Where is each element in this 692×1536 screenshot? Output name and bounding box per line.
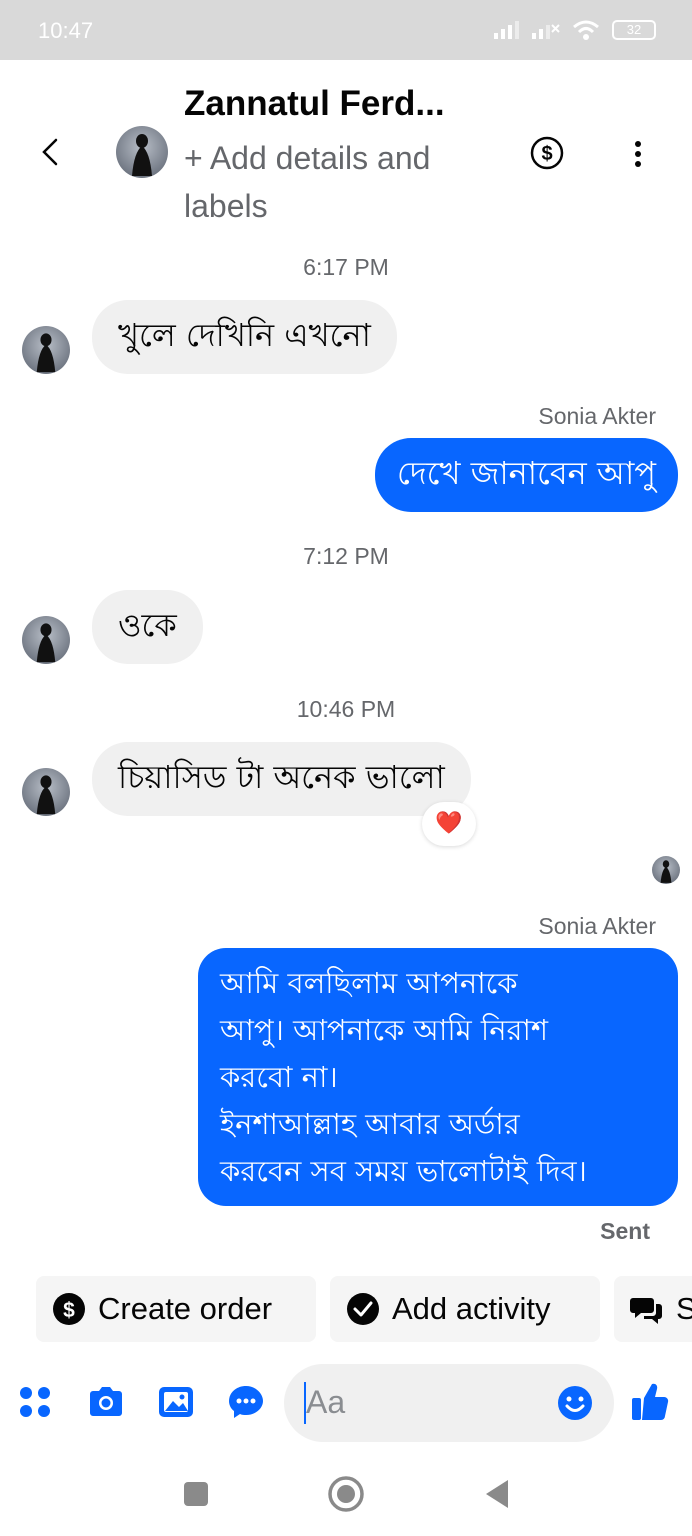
svg-text:$: $ xyxy=(63,1299,75,1322)
status-bar: 10:47 32 xyxy=(0,0,692,60)
dollar-circle-icon: $ xyxy=(53,1293,85,1325)
composer-bar: Aa xyxy=(0,1362,692,1446)
message-line: আপু। আপনাকে আমি নিরাশ xyxy=(220,1013,549,1047)
seen-avatar xyxy=(652,856,680,884)
timestamp: 7:12 PM xyxy=(303,543,389,569)
chip-label: S xyxy=(676,1291,692,1326)
wifi-icon xyxy=(573,20,599,40)
create-order-chip[interactable]: $ Create order xyxy=(36,1276,316,1342)
input-placeholder: Aa xyxy=(306,1384,346,1420)
message-line: করবো না। xyxy=(220,1060,338,1094)
sender-avatar[interactable] xyxy=(22,768,70,816)
thumbs-up-icon[interactable] xyxy=(630,1380,670,1422)
sender-avatar[interactable] xyxy=(22,616,70,664)
chip-label: Add activity xyxy=(392,1291,551,1326)
heart-icon: ❤️ xyxy=(435,811,463,836)
menu-dots-icon[interactable] xyxy=(16,1382,56,1422)
sent-status: Sent xyxy=(600,1218,650,1244)
back-nav-icon[interactable] xyxy=(478,1474,518,1514)
check-circle-icon xyxy=(347,1293,379,1325)
outgoing-message[interactable]: দেখে জানাবেন আপু xyxy=(374,438,678,512)
message-line: আমি বলছিলাম আপনাকে xyxy=(220,966,518,1000)
timestamp: 10:46 PM xyxy=(296,696,396,722)
back-icon[interactable] xyxy=(34,132,70,172)
contact-avatar[interactable] xyxy=(116,126,168,178)
add-activity-chip[interactable]: Add activity xyxy=(330,1276,600,1342)
conversation-header: Zannatul Ferd... + Add details and label… xyxy=(0,60,692,230)
status-time: 10:47 xyxy=(38,18,94,43)
sender-avatar[interactable] xyxy=(22,326,70,374)
heart-reaction[interactable]: ❤️ xyxy=(422,802,476,846)
signal-icon xyxy=(494,21,519,39)
timestamp: 6:17 PM xyxy=(303,254,389,280)
sender-name: Sonia Akter xyxy=(538,913,656,939)
chat-bubble-icon[interactable] xyxy=(226,1382,266,1422)
outgoing-message[interactable]: আমি বলছিলাম আপনাকে আপু। আপনাকে আমি নিরাশ… xyxy=(198,948,678,1206)
image-icon[interactable] xyxy=(156,1382,196,1422)
message-line: করবেন সব সময় ভালোটাই দিব। xyxy=(220,1154,587,1188)
camera-icon[interactable] xyxy=(86,1382,126,1422)
incoming-message[interactable]: চিয়াসিড টা অনেক ভালো xyxy=(92,742,471,816)
recents-icon[interactable] xyxy=(176,1474,216,1514)
contact-name[interactable]: Zannatul Ferd... xyxy=(184,84,445,124)
quick-actions: $ Create order Add activity S xyxy=(36,1276,692,1342)
sender-name: Sonia Akter xyxy=(538,403,656,429)
quick-reply-icon xyxy=(630,1298,662,1324)
message-input[interactable]: Aa xyxy=(284,1364,614,1442)
incoming-message[interactable]: খুলে দেখিনি এখনো xyxy=(92,300,397,374)
signal-off-icon xyxy=(532,24,560,39)
dollar-circle-icon[interactable]: $ xyxy=(530,136,564,170)
status-icons: 32 xyxy=(494,20,656,40)
add-details-link[interactable]: + Add details and labels xyxy=(184,134,484,230)
chip-label: Create order xyxy=(98,1291,273,1326)
battery-icon: 32 xyxy=(612,20,656,40)
system-nav-bar xyxy=(0,1456,692,1536)
incoming-message[interactable]: ওকে xyxy=(92,590,203,664)
emoji-icon[interactable] xyxy=(556,1384,594,1422)
svg-text:$: $ xyxy=(541,143,552,165)
message-line: ইনশাআল্লাহ আবার অর্ডার xyxy=(220,1107,520,1141)
more-vertical-icon[interactable] xyxy=(626,138,650,170)
quick-replies-chip[interactable]: S xyxy=(614,1276,692,1342)
home-icon[interactable] xyxy=(326,1474,366,1514)
